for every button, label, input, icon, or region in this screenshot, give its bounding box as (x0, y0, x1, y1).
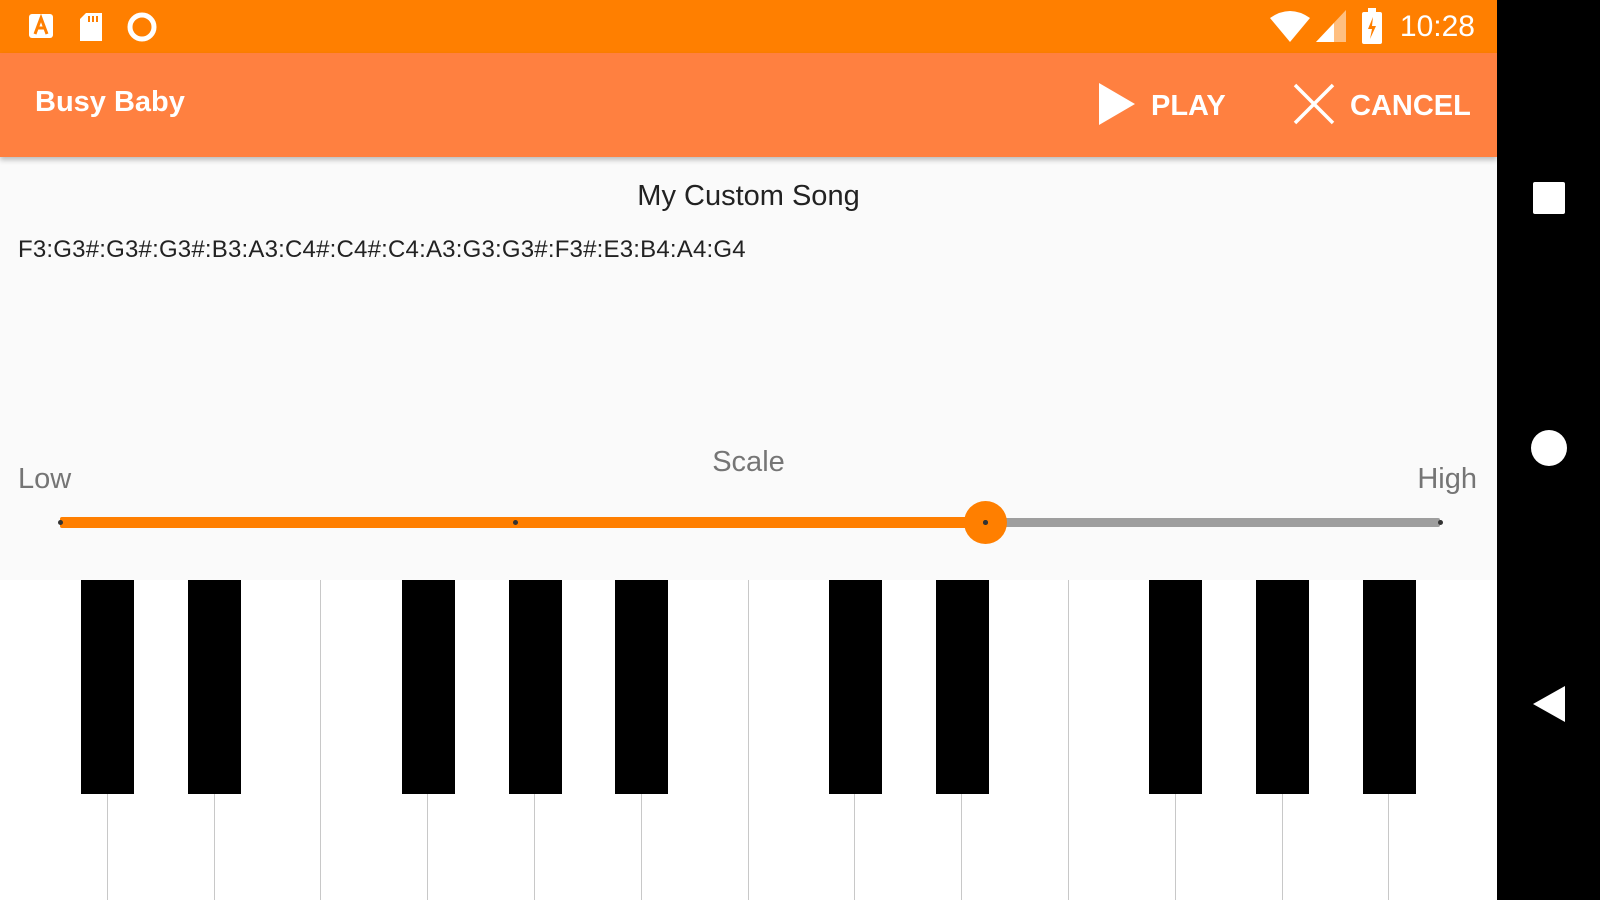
song-title[interactable]: My Custom Song (0, 180, 1497, 213)
slider-tick (982, 520, 988, 525)
black-key[interactable] (1149, 580, 1203, 794)
recents-square-icon (1531, 180, 1567, 221)
play-button[interactable]: PLAY (1097, 77, 1226, 135)
low-label: Low (18, 463, 72, 495)
black-key[interactable] (81, 580, 135, 794)
song-notes-field[interactable]: F3:G3#:G3#:G3#:B3:A3:C4#:C4#:C4:A3:G3:G3… (18, 236, 746, 264)
status-bar: 10:28 (0, 0, 1497, 53)
black-key[interactable] (615, 580, 669, 794)
black-key[interactable] (401, 580, 455, 794)
play-button-label: PLAY (1151, 89, 1226, 122)
black-key[interactable] (188, 580, 242, 794)
circle-notification-icon (127, 12, 157, 47)
black-key[interactable] (1256, 580, 1310, 794)
black-key[interactable] (1362, 580, 1416, 794)
cell-signal-icon (1316, 10, 1346, 47)
back-button[interactable] (1497, 684, 1600, 728)
cancel-button-label: CANCEL (1350, 89, 1471, 122)
back-triangle-icon (1531, 684, 1567, 729)
scale-slider[interactable] (48, 500, 1448, 544)
app-title: Busy Baby (35, 86, 185, 118)
play-icon (1097, 81, 1137, 132)
navigation-bar (1497, 0, 1600, 900)
app-screen: 10:28 Busy Baby PLAY CANCEL My Custom So… (0, 0, 1497, 900)
battery-icon (1361, 8, 1383, 49)
piano-keyboard (0, 580, 1497, 900)
sd-card-icon (78, 12, 104, 47)
slider-tick (1438, 520, 1443, 525)
status-clock: 10:28 (1399, 10, 1475, 43)
home-button[interactable] (1497, 428, 1600, 472)
slider-tick (58, 520, 63, 525)
wifi-icon (1270, 10, 1310, 47)
black-key[interactable] (508, 580, 562, 794)
black-key[interactable] (828, 580, 882, 794)
home-circle-icon (1529, 428, 1569, 473)
cancel-button[interactable]: CANCEL (1292, 77, 1471, 135)
a-notification-icon (28, 12, 54, 45)
black-key[interactable] (935, 580, 989, 794)
slider-fill (60, 517, 985, 528)
close-icon (1292, 82, 1336, 131)
high-label: High (1417, 463, 1477, 495)
app-toolbar: Busy Baby PLAY CANCEL (0, 53, 1497, 157)
recents-button[interactable] (1497, 178, 1600, 222)
scale-label: Scale (712, 446, 785, 478)
